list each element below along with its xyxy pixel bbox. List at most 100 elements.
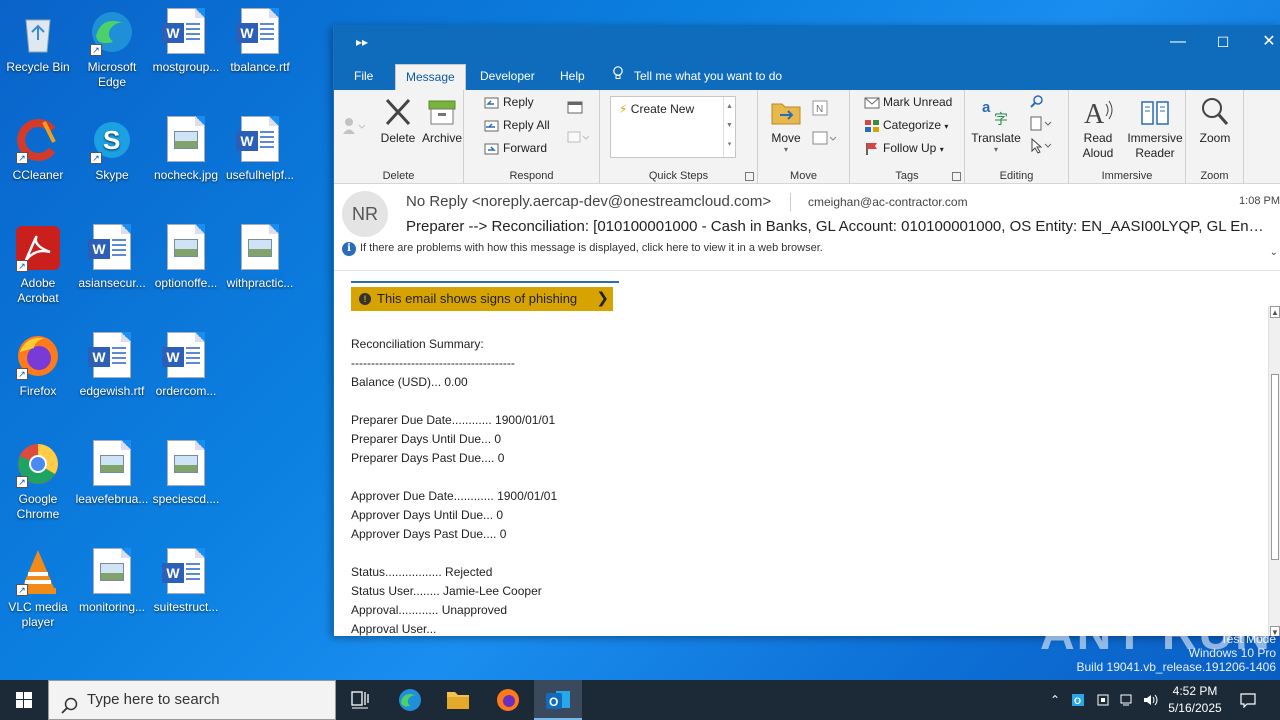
zoom-group: Zoom Zoom xyxy=(1186,90,1244,184)
tray-outlook-icon[interactable]: O xyxy=(1068,680,1090,720)
immersive-group: A Read Aloud Immersive Reader Immersive xyxy=(1069,90,1186,184)
system-clock[interactable]: 4:52 PM 5/16/2025 xyxy=(1160,683,1230,717)
windows-watermark: Test Mode Windows 10 Pro Build 19041.vb_… xyxy=(1077,632,1277,674)
vertical-scrollbar[interactable]: ▲ ▼ xyxy=(1268,306,1280,636)
desktop-icon[interactable]: speciescd.... xyxy=(148,440,224,507)
desktop-icon[interactable]: ↗ Adobe Acrobat xyxy=(0,224,76,306)
follow-up-button[interactable]: Follow Up ▾ xyxy=(864,141,944,156)
read-aloud-button[interactable]: A Read Aloud xyxy=(1077,96,1119,161)
taskbar-file-explorer[interactable] xyxy=(434,680,482,720)
desktop-icon[interactable]: Wsuitestruct... xyxy=(148,548,224,615)
info-bar-text: If there are problems with how this mess… xyxy=(360,242,823,254)
message-line: Preparer Days Until Due... 0 xyxy=(351,432,502,446)
taskbar-outlook[interactable]: O xyxy=(534,680,582,720)
start-button[interactable] xyxy=(0,680,48,720)
desktop-icon[interactable]: Wordercom... xyxy=(148,332,224,399)
show-hidden-icons-icon[interactable]: ⌃ xyxy=(1044,680,1066,720)
follow-up-label: Follow Up xyxy=(883,141,937,155)
editing-group: a字 Translate ▾ Editing xyxy=(965,90,1069,184)
word-doc-icon: W xyxy=(236,8,284,56)
desktop-icon[interactable]: leavefebrua... xyxy=(74,440,150,507)
shortcut-arrow-icon: ↗ xyxy=(16,152,28,164)
delete-button[interactable]: Delete xyxy=(380,96,416,145)
immersive-reader-button[interactable]: Immersive Reader xyxy=(1125,96,1185,161)
skype-icon: S ↗ xyxy=(88,116,136,164)
desktop-icon[interactable]: S ↗ Skype xyxy=(74,116,150,183)
volume-icon[interactable] xyxy=(1140,680,1162,720)
select-icon[interactable] xyxy=(1029,137,1055,157)
network-icon[interactable] xyxy=(1116,680,1138,720)
desktop-icon[interactable]: ↗ Microsoft Edge xyxy=(74,8,150,90)
outlook-message-window: ▸▸ — ☐ ✕ File Message Developer Help Tel… xyxy=(333,25,1280,636)
desktop-icon[interactable]: Wasiansecur... xyxy=(74,224,150,291)
desktop-icon[interactable]: optionoffe... xyxy=(148,224,224,291)
word-doc-icon: W xyxy=(162,8,210,56)
desktop-icon[interactable]: ↗ Google Chrome xyxy=(0,440,76,522)
reply-all-icon xyxy=(484,119,500,133)
rules-icon[interactable] xyxy=(812,130,838,149)
desktop-icon[interactable]: withpractic... xyxy=(222,224,298,291)
reply-button[interactable]: Reply xyxy=(484,95,534,110)
taskbar-edge[interactable] xyxy=(386,680,434,720)
desktop-icon[interactable]: nocheck.jpg xyxy=(148,116,224,183)
tray-device-icon[interactable] xyxy=(1092,680,1114,720)
zoom-button[interactable]: Zoom xyxy=(1194,96,1236,145)
ignore-icon[interactable] xyxy=(342,116,368,139)
scroll-up-arrow-icon[interactable]: ▲ xyxy=(1270,306,1280,318)
scroll-thumb[interactable] xyxy=(1271,374,1279,560)
tab-help[interactable]: Help xyxy=(550,64,595,90)
taskbar-search-box[interactable]: Type here to search xyxy=(48,680,336,720)
desktop-icon[interactable]: ↗ Firefox xyxy=(0,332,76,399)
search-placeholder: Type here to search xyxy=(87,691,220,708)
close-button[interactable]: ✕ xyxy=(1246,25,1280,60)
minimize-button[interactable]: — xyxy=(1155,25,1201,60)
sender[interactable]: No Reply <noreply.aercap-dev@onestreamcl… xyxy=(406,193,771,210)
move-button[interactable]: Move ▾ xyxy=(768,96,804,154)
folder-move-icon xyxy=(770,96,802,128)
categorize-button[interactable]: Categorize ▾ xyxy=(864,118,948,133)
desktop-icon[interactable]: Recycle Bin xyxy=(0,8,76,75)
onenote-icon[interactable]: N xyxy=(812,100,828,119)
tab-message[interactable]: Message xyxy=(395,64,466,90)
desktop-icon[interactable]: ↗ VLC media player xyxy=(0,548,76,630)
title-bar[interactable]: ▸▸ — ☐ ✕ xyxy=(334,25,1280,60)
desktop-icon[interactable]: Wedgewish.rtf xyxy=(74,332,150,399)
folder-icon xyxy=(447,692,469,709)
find-icon[interactable] xyxy=(1029,94,1045,113)
related-icon[interactable] xyxy=(1029,116,1055,135)
tell-me-search[interactable]: Tell me what you want to do xyxy=(612,64,782,90)
quick-access-toolbar[interactable]: ▸▸ xyxy=(356,35,368,49)
archive-button[interactable]: Archive xyxy=(422,96,462,145)
recipient[interactable]: cmeighan@ac-contractor.com xyxy=(808,195,968,209)
task-view-button[interactable] xyxy=(336,680,384,720)
chevron-right-icon: ❯ xyxy=(596,290,609,307)
create-new-quick-step[interactable]: ⚡ Create New xyxy=(619,102,694,116)
quick-steps-gallery[interactable]: ⚡ Create New ▲ ▼ ▾ xyxy=(610,96,736,158)
mark-unread-button[interactable]: Mark Unread xyxy=(864,95,952,110)
more-respond-icon[interactable] xyxy=(567,130,590,147)
respond-group-label: Respond xyxy=(509,170,554,182)
desktop-icon[interactable]: Wusefulhelpf... xyxy=(222,116,298,183)
notifications-icon[interactable] xyxy=(1234,680,1262,720)
translate-button[interactable]: a字 Translate ▾ xyxy=(971,96,1021,154)
maximize-button[interactable]: ☐ xyxy=(1200,25,1246,60)
taskbar-firefox[interactable] xyxy=(484,680,532,720)
collapse-header-icon[interactable]: ⌄ xyxy=(1270,247,1278,258)
desktop-icon[interactable]: Wmostgroup... xyxy=(148,8,224,75)
desktop-icon[interactable]: ↗ CCleaner xyxy=(0,116,76,183)
tab-file[interactable]: File xyxy=(344,64,383,90)
gallery-scroll[interactable]: ▲ ▼ ▾ xyxy=(723,97,735,157)
phishing-warning-banner[interactable]: ! This email shows signs of phishing ❯ xyxy=(351,287,613,311)
read-aloud-label: Read Aloud xyxy=(1082,131,1114,160)
desktop-icon[interactable]: monitoring... xyxy=(74,548,150,615)
message-line xyxy=(351,544,557,563)
desktop-icon-label: edgewish.rtf xyxy=(79,384,145,398)
reply-all-button[interactable]: Reply All xyxy=(484,118,550,133)
meeting-reply-icon[interactable] xyxy=(567,100,583,117)
desktop-icon[interactable]: Wtbalance.rtf xyxy=(222,8,298,75)
tab-developer[interactable]: Developer xyxy=(470,64,545,90)
info-bar[interactable]: i If there are problems with how this mes… xyxy=(342,242,823,256)
forward-button[interactable]: Forward xyxy=(484,141,547,156)
lightning-icon: ⚡ xyxy=(619,102,628,116)
message-line: Status User........ Jamie-Lee Cooper xyxy=(351,584,542,598)
